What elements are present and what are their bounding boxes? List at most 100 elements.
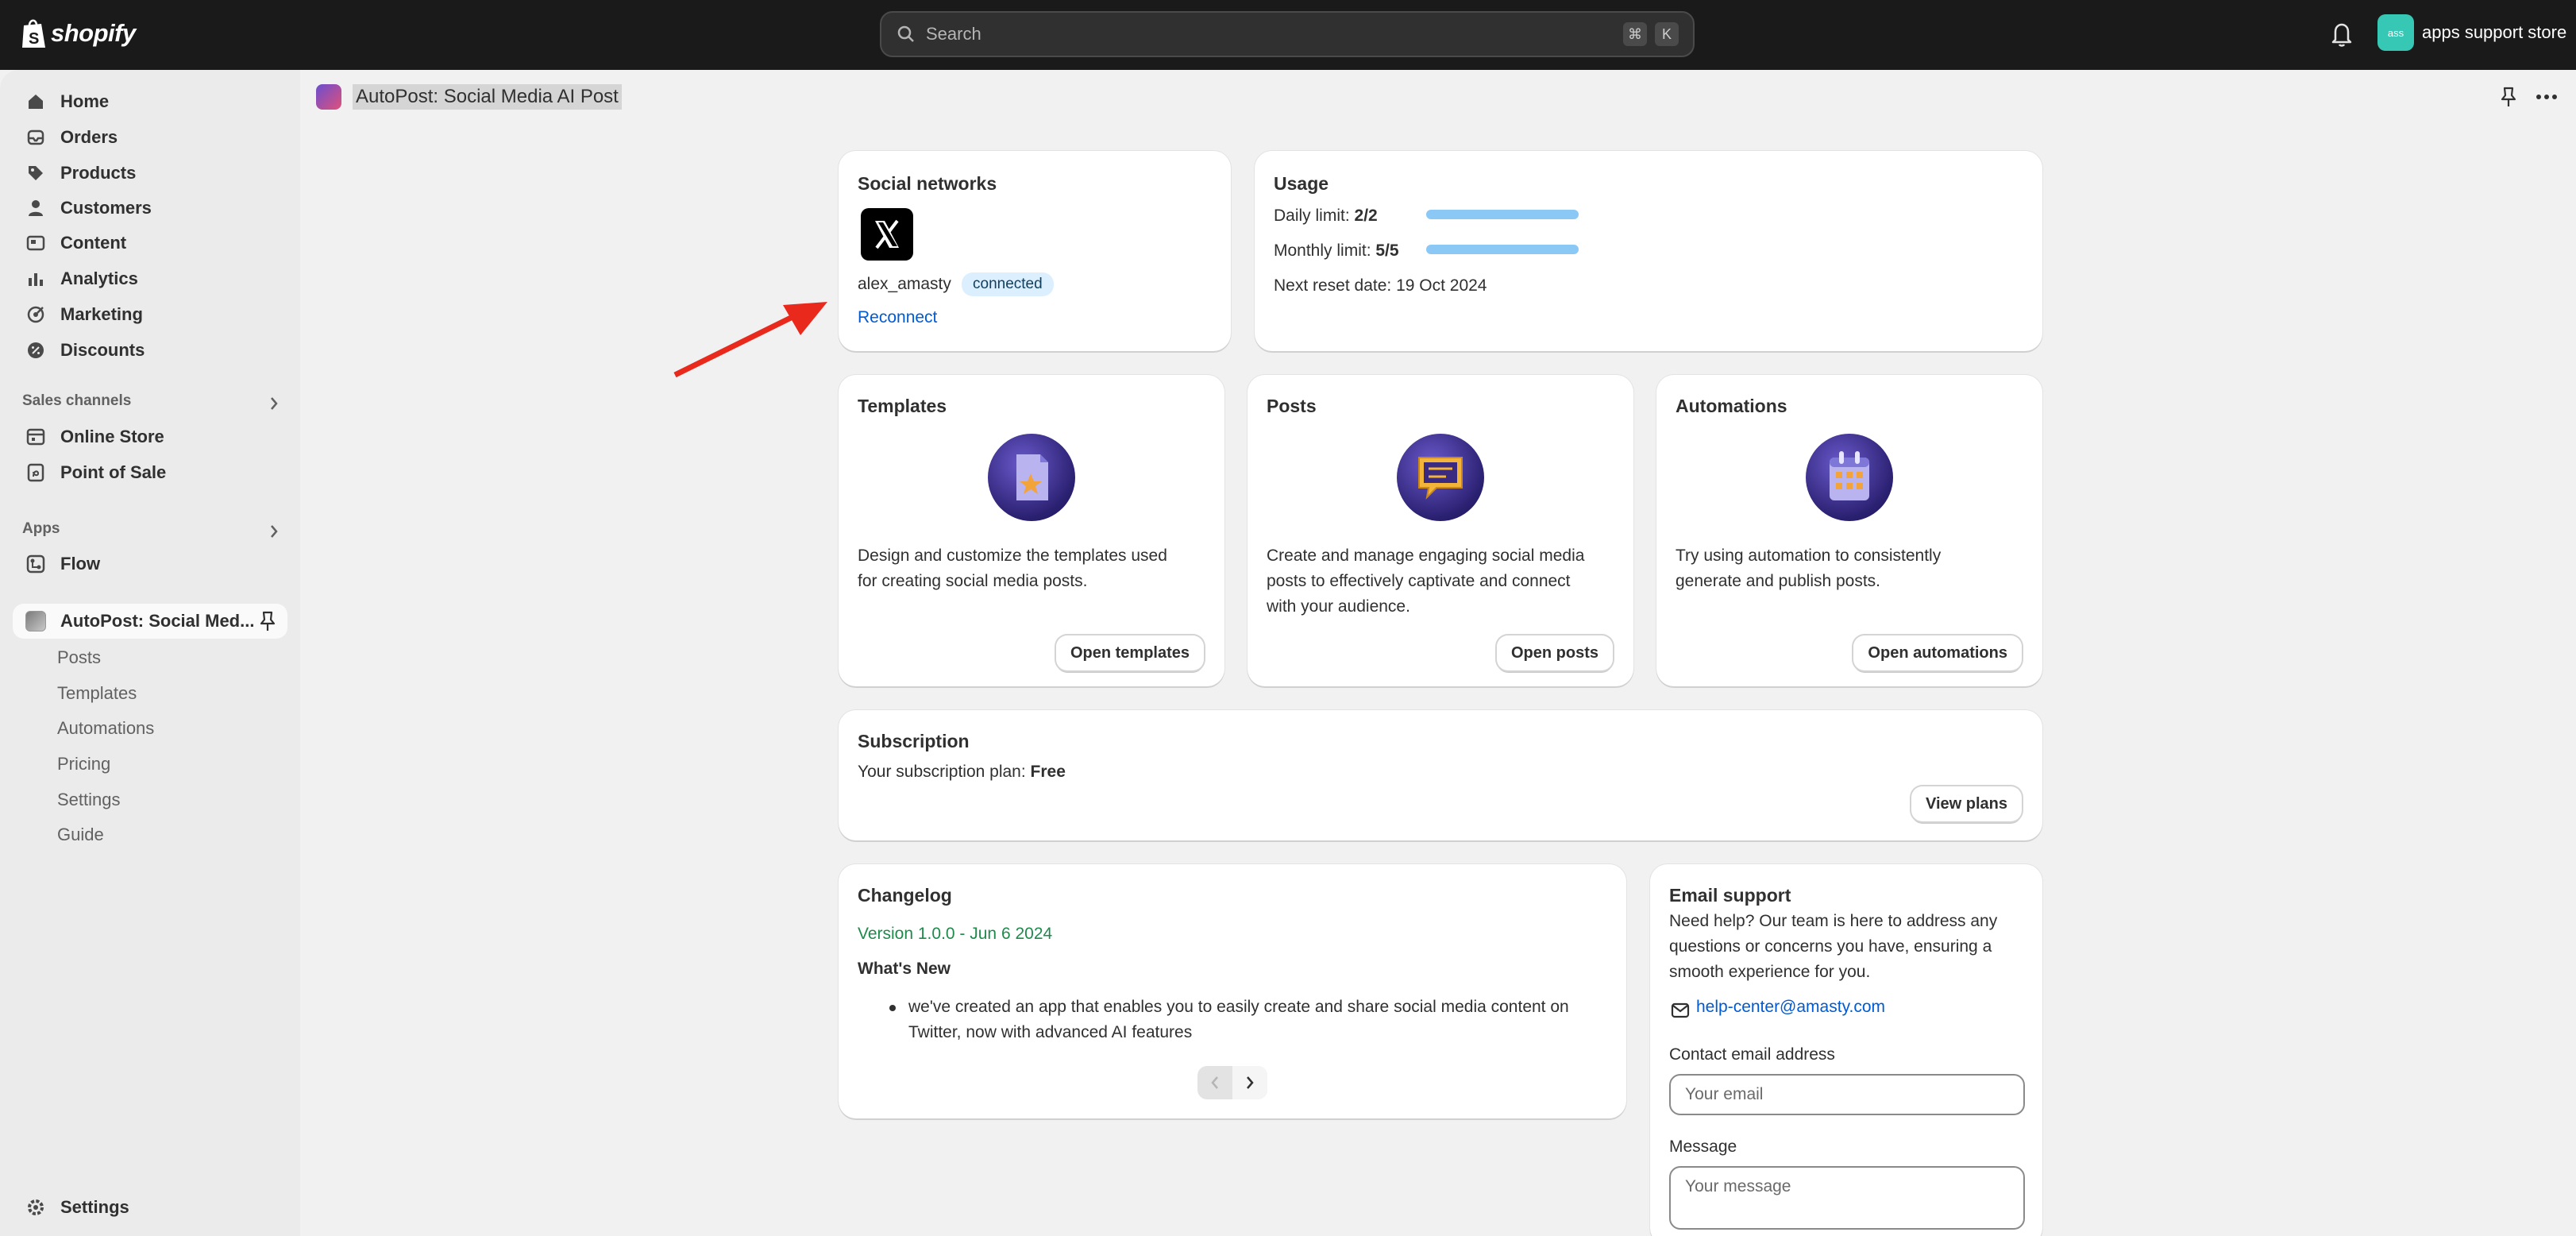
more-actions-icon[interactable] <box>2535 86 2559 108</box>
subscription-plan-value: Free <box>1030 763 1066 781</box>
store-name: apps support store <box>2422 22 2567 42</box>
sidebar-item-label: Flow <box>60 554 101 574</box>
store-icon <box>26 428 45 446</box>
monthly-limit-progress-bar <box>1426 245 1579 254</box>
top-bar: S shopify Search ⌘ K ass apps support st… <box>0 0 2576 70</box>
store-menu[interactable]: ass apps support store <box>2377 14 2566 51</box>
sidebar-subitem-guide[interactable]: Guide <box>57 825 104 845</box>
monthly-limit-label: Monthly limit: <box>1274 241 1376 260</box>
reconnect-link[interactable]: Reconnect <box>858 308 937 327</box>
usage-heading: Usage <box>1274 173 1329 194</box>
chevron-right-icon <box>1247 1076 1254 1089</box>
open-templates-button[interactable]: Open templates <box>1055 635 1204 670</box>
sidebar-item-label: Point of Sale <box>60 462 167 482</box>
posts-illustration-icon <box>1397 434 1484 521</box>
sidebar-item-flow[interactable]: Flow <box>13 547 287 581</box>
status-badge: connected <box>962 272 1054 296</box>
apps-heading[interactable]: Apps <box>22 520 60 538</box>
posts-heading: Posts <box>1267 396 1317 416</box>
chevron-right-icon[interactable] <box>268 395 280 412</box>
sidebar-item-autopost[interactable]: AutoPost: Social Med... <box>13 604 287 639</box>
page-header: AutoPost: Social Media AI Post <box>316 84 622 110</box>
search-placeholder: Search <box>926 24 981 44</box>
sidebar-item-content[interactable]: Content <box>13 226 287 261</box>
sidebar-item-marketing[interactable]: Marketing <box>13 297 287 332</box>
sidebar-item-point-of-sale[interactable]: Point of Sale <box>13 455 287 490</box>
tag-icon <box>29 166 43 180</box>
sidebar-item-label: Online Store <box>60 427 164 446</box>
next-page-button[interactable] <box>1232 1066 1267 1099</box>
pos-icon <box>27 463 44 482</box>
sidebar-item-products[interactable]: Products <box>13 156 287 191</box>
sidebar-subitem-settings[interactable]: Settings <box>57 790 121 810</box>
shopify-bag-icon: S <box>22 19 45 48</box>
sidebar-item-label: Customers <box>60 198 152 218</box>
search-bar[interactable]: Search ⌘ K <box>880 11 1695 57</box>
usage-card: Usage Daily limit: 2/2 Monthly limit: 5/… <box>1255 151 2042 351</box>
analytics-icon <box>29 273 43 286</box>
social-networks-card: Social networks alex_amasty connected Re… <box>839 151 1231 351</box>
sidebar-subitem-pricing[interactable]: Pricing <box>57 754 110 774</box>
sidebar-item-analytics[interactable]: Analytics <box>13 261 287 296</box>
contact-email-input[interactable]: Your email <box>1669 1074 2025 1115</box>
support-description-line2: questions or concerns you have, ensuring… <box>1669 937 1992 956</box>
templates-illustration-icon <box>988 434 1075 521</box>
shopify-logo[interactable]: S shopify <box>21 17 136 49</box>
bullet-dot <box>889 1005 896 1011</box>
subscription-heading: Subscription <box>858 731 970 751</box>
sidebar-subitem-templates[interactable]: Templates <box>57 683 137 704</box>
automations-card: Automations Try using automation to cons… <box>1656 375 2042 686</box>
pin-icon[interactable] <box>259 610 276 632</box>
changelog-heading: Changelog <box>858 885 952 906</box>
chevron-left-icon <box>1211 1076 1218 1089</box>
sidebar-subitem-automations[interactable]: Automations <box>57 718 154 739</box>
chevron-right-icon[interactable] <box>268 523 280 540</box>
sidebar-item-label: Home <box>60 91 110 111</box>
person-icon <box>29 200 43 216</box>
sidebar-item-label: Discounts <box>60 340 145 360</box>
sidebar-item-settings[interactable]: Settings <box>13 1190 287 1225</box>
support-description-line1: Need help? Our team is here to address a… <box>1669 912 1998 930</box>
daily-limit-label: Daily limit: <box>1274 207 1355 225</box>
templates-card: Templates Design and customize the templ… <box>839 375 1224 686</box>
message-textarea[interactable]: Your message <box>1669 1166 2025 1230</box>
notification-bell-icon[interactable] <box>2329 21 2354 48</box>
email-support-heading: Email support <box>1669 885 1791 906</box>
orders-icon <box>27 129 44 145</box>
home-icon <box>29 95 43 109</box>
discount-icon <box>28 342 44 358</box>
brand-name: shopify <box>51 19 136 47</box>
sidebar-subitem-posts[interactable]: Posts <box>57 647 101 668</box>
shortcut-cmd-key: ⌘ <box>1623 22 1647 46</box>
templates-description-line1: Design and customize the templates used <box>858 547 1167 565</box>
store-avatar: ass <box>2377 14 2414 51</box>
sidebar-item-online-store[interactable]: Online Store <box>13 419 287 454</box>
mail-icon <box>1671 1002 1690 1018</box>
marketing-icon <box>27 306 44 323</box>
sidebar-item-label: AutoPost: Social Med... <box>60 611 255 631</box>
subscription-card: Subscription Your subscription plan: Fre… <box>839 710 2042 840</box>
templates-heading: Templates <box>858 396 947 416</box>
content-icon <box>26 235 45 251</box>
daily-limit-progress-bar <box>1426 210 1579 219</box>
sidebar-item-label: Orders <box>60 127 118 147</box>
support-email-link[interactable]: help-center@amasty.com <box>1696 998 1885 1017</box>
pin-icon[interactable] <box>2498 86 2519 108</box>
sidebar-item-orders[interactable]: Orders <box>13 120 287 155</box>
open-posts-button[interactable]: Open posts <box>1496 635 1613 670</box>
sidebar-item-customers[interactable]: Customers <box>13 191 287 226</box>
sidebar-item-home[interactable]: Home <box>13 84 287 119</box>
sidebar-item-label: Settings <box>60 1197 129 1217</box>
social-networks-heading: Social networks <box>858 173 997 194</box>
svg-text:S: S <box>29 30 39 48</box>
gear-icon <box>28 1199 44 1215</box>
previous-page-button[interactable] <box>1197 1066 1232 1099</box>
sidebar-item-label: Products <box>60 163 137 183</box>
changelog-bullet-line2: Twitter, now with advanced AI features <box>908 1023 1193 1041</box>
sidebar-item-discounts[interactable]: Discounts <box>13 333 287 368</box>
account-name: alex_amasty <box>858 275 951 293</box>
annotation-arrow-icon <box>673 302 827 378</box>
open-automations-button[interactable]: Open automations <box>1853 635 2022 670</box>
view-plans-button[interactable]: View plans <box>1911 786 2022 821</box>
sales-channels-heading[interactable]: Sales channels <box>22 392 131 410</box>
